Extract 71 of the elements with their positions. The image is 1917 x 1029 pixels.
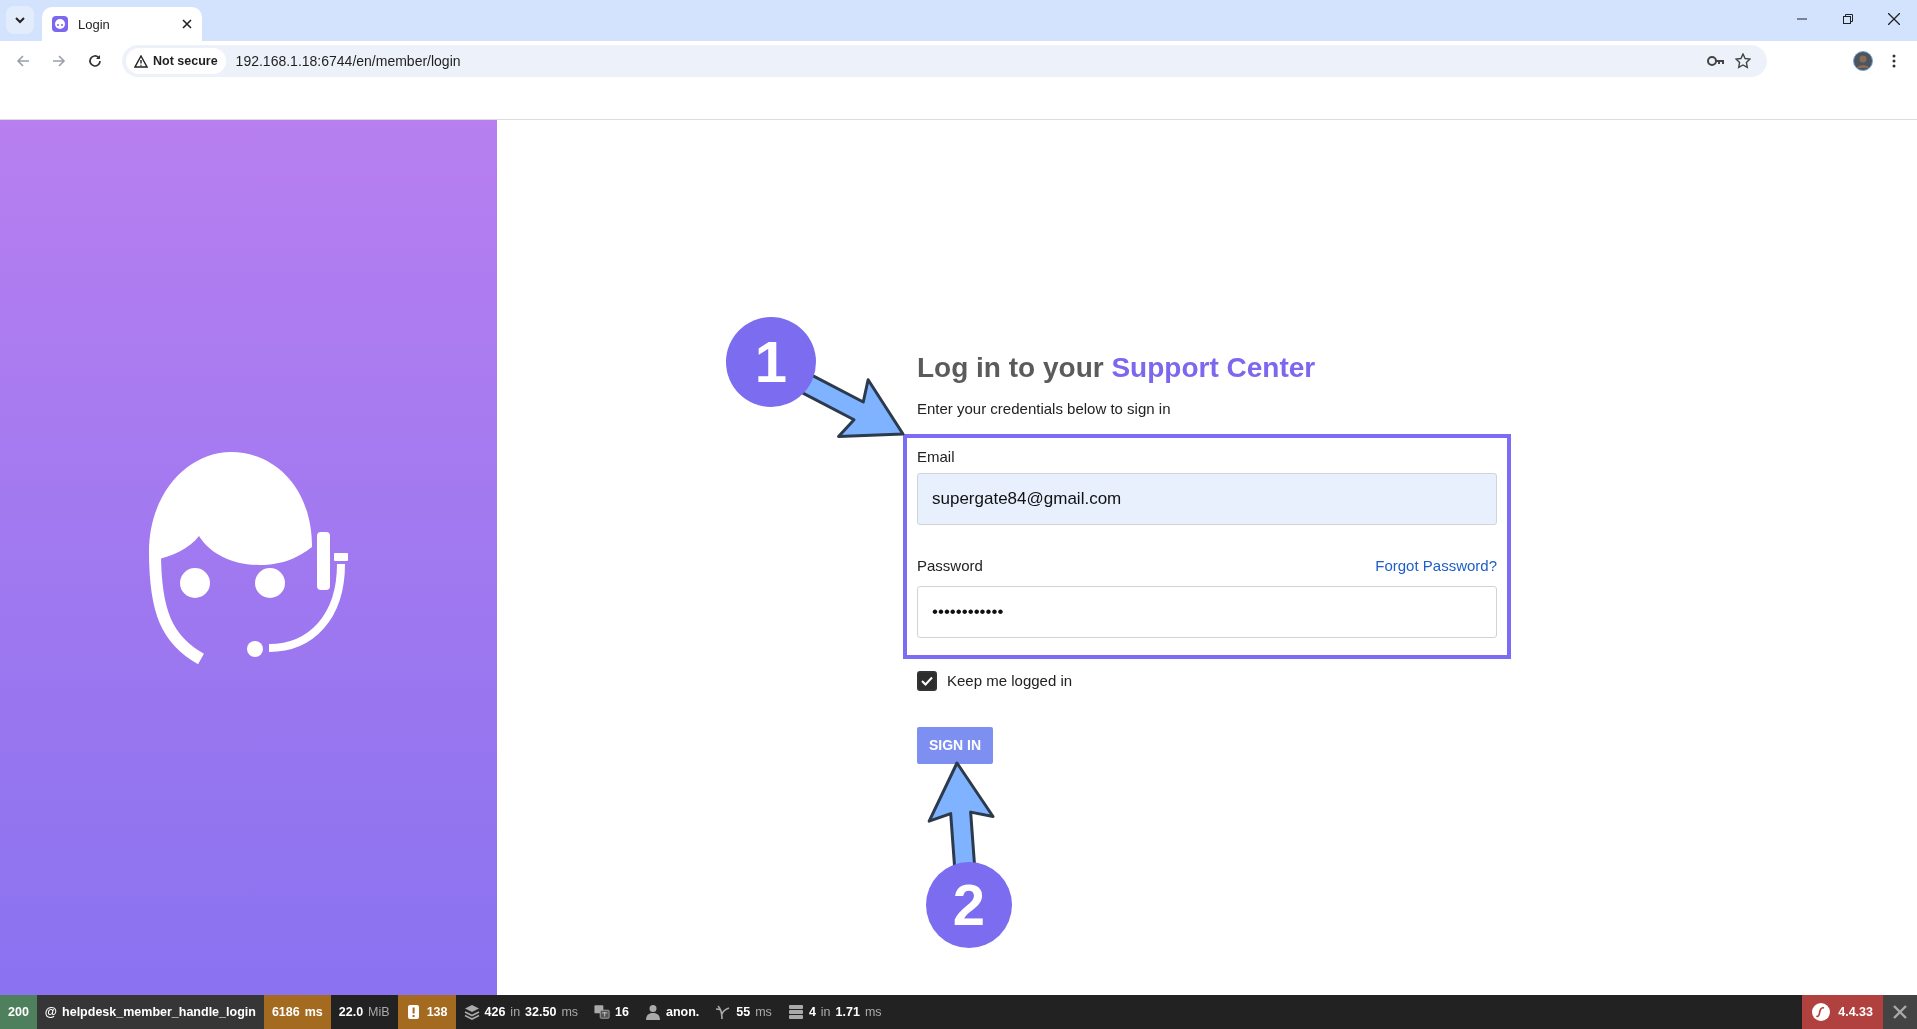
- toolbar-route-item[interactable]: @ helpdesk_member_handle_login: [36, 995, 264, 1029]
- toolbar-db-item[interactable]: 426 in 32.50 ms: [455, 995, 587, 1029]
- remember-label: Keep me logged in: [947, 672, 1073, 689]
- login-subtitle: Enter your credentials below to sign in: [917, 399, 1172, 417]
- toolbar-text: 32.50: [525, 1005, 557, 1019]
- warning-icon: [134, 54, 148, 68]
- check-icon: [921, 675, 933, 686]
- email-label: Email: [917, 447, 956, 465]
- tab-list-button[interactable]: [6, 6, 34, 34]
- framework-logo-icon: [1812, 1003, 1831, 1021]
- toolbar-text: 426: [484, 1005, 506, 1019]
- arrow-right-icon: [52, 54, 66, 68]
- toolbar-text: 138: [426, 1005, 448, 1019]
- version-item[interactable]: 4.4.33: [1802, 995, 1883, 1029]
- key-icon[interactable]: [1707, 56, 1725, 66]
- browser-tab[interactable]: Login: [42, 7, 202, 41]
- forgot-password-link[interactable]: Forgot Password?: [1375, 556, 1497, 574]
- address-bar[interactable]: Not secure 192.168.1.18:6744/en/member/login: [122, 45, 1767, 77]
- star-icon[interactable]: [1735, 53, 1751, 69]
- login-heading: Log in to your Support Center: [917, 351, 1317, 384]
- toolbar-logs-item[interactable]: 138: [397, 995, 456, 1029]
- toolbar-cache-item[interactable]: 4 in 1.71 ms: [779, 995, 890, 1029]
- alert-icon: [405, 1004, 422, 1020]
- toolbar-text: 16: [615, 1005, 629, 1019]
- arrow-left-icon: [16, 54, 30, 68]
- close-icon: [1888, 13, 1900, 25]
- toolbar-status-item[interactable]: 200: [0, 995, 37, 1029]
- translate-icon: [594, 1004, 611, 1020]
- close-icon[interactable]: [182, 19, 192, 29]
- branch-icon: [715, 1004, 732, 1020]
- reload-icon: [88, 54, 102, 68]
- chevron-down-icon: [15, 16, 25, 24]
- toolbar-memory-item[interactable]: 22.0 MiB: [330, 995, 398, 1029]
- headset-favicon-icon: [52, 16, 68, 32]
- close-toolbar-button[interactable]: [1883, 995, 1917, 1029]
- toolbar-text: anon.: [665, 1005, 700, 1019]
- password-field[interactable]: ••••••••••••: [917, 585, 1497, 638]
- password-label: Password: [917, 556, 983, 574]
- layers-icon: [463, 1004, 480, 1020]
- email-field[interactable]: supergate84@gmail.com: [917, 472, 1497, 525]
- toolbar-text: 4: [808, 1005, 816, 1019]
- toolbar-text: in: [820, 1005, 831, 1019]
- toolbar-user-item[interactable]: anon.: [636, 995, 708, 1029]
- toolbar-text: 55: [736, 1005, 751, 1019]
- toolbar-text: @: [44, 1005, 58, 1019]
- profile-avatar-icon[interactable]: [1853, 51, 1873, 71]
- restore-icon: [1843, 14, 1853, 24]
- toolbar-text: 22.0: [338, 1005, 364, 1019]
- toolbar-translation-item[interactable]: 16: [586, 995, 637, 1029]
- toolbar-time-item[interactable]: 6186 ms: [263, 995, 331, 1029]
- more-vertical-icon: [1892, 54, 1896, 68]
- toolbar-text: ms: [755, 1005, 772, 1019]
- toolbar-text: MiB: [368, 1005, 390, 1019]
- toolbar-text: in: [510, 1005, 521, 1019]
- toolbar-text: 6186: [271, 1005, 300, 1019]
- toolbar-text: ms: [561, 1005, 579, 1019]
- user-icon: [644, 1004, 661, 1020]
- toolbar-twig-item[interactable]: 55 ms: [707, 995, 780, 1029]
- security-chip[interactable]: Not secure: [126, 48, 226, 74]
- toolbar-text: 1.71: [835, 1005, 860, 1019]
- minimize-icon: [1797, 18, 1807, 20]
- url-text: 192.168.1.18:6744/en/member/login: [235, 53, 462, 69]
- toolbar-text: helpdesk_member_handle_login: [62, 1005, 256, 1019]
- close-icon: [1893, 1005, 1907, 1019]
- step-number-badge: 2: [926, 861, 1012, 948]
- toolbar-text: ms: [864, 1005, 882, 1019]
- server-icon: [787, 1004, 804, 1020]
- remember-checkbox[interactable]: [917, 670, 937, 691]
- toolbar-text: ms: [304, 1005, 323, 1019]
- step-number-badge: 1: [726, 316, 816, 407]
- toolbar-text: 200: [8, 1005, 29, 1019]
